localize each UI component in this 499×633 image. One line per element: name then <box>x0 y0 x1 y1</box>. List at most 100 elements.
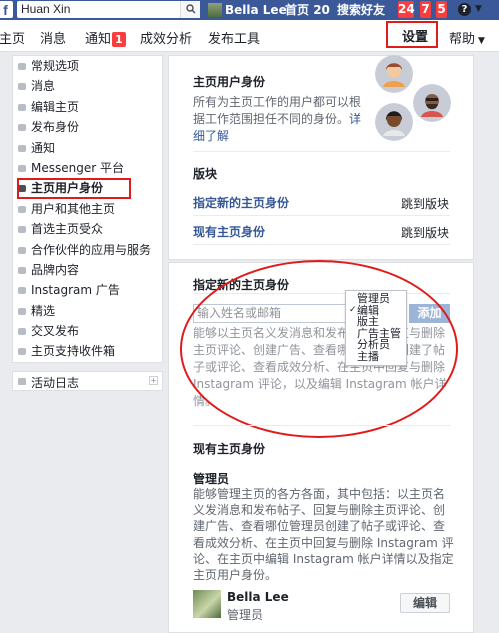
profile-name: Bella Lee <box>225 3 287 17</box>
sidebar-item-post-attribution[interactable]: 发布身份 <box>13 117 162 137</box>
user-avatar[interactable] <box>193 590 221 618</box>
tab-help-label: 帮助 <box>449 32 476 47</box>
sidebar-item-partner-apps[interactable]: 合作伙伴的应用与服务 <box>13 240 162 260</box>
help-icon[interactable]: ? <box>458 3 471 16</box>
edit-button[interactable]: 编辑 <box>400 593 450 613</box>
star-icon <box>18 307 26 315</box>
sidebar-item-messages[interactable]: 消息 <box>13 76 162 96</box>
divider <box>193 244 450 245</box>
edit-page-icon <box>18 103 26 111</box>
inbox-icon <box>18 348 26 356</box>
home-label: 首页 <box>285 3 310 17</box>
people-icon <box>18 205 26 213</box>
avatar <box>208 3 222 17</box>
description-line: 论、在主页中编辑 Instagram 帐户详情以及指定 <box>193 551 454 566</box>
page-title: 主页用户身份 <box>193 75 266 89</box>
sidebar-item-label: 用户和其他主页 <box>31 201 116 216</box>
sidebar-item-label: 消息 <box>31 79 56 94</box>
sidebar-item-crossposting[interactable]: 交叉发布 <box>13 321 162 341</box>
account-caret-icon[interactable]: ▼ <box>475 4 482 14</box>
instagram-icon <box>18 287 26 295</box>
role-user-role: 管理员 <box>227 608 264 622</box>
jump-to-section-link[interactable]: 跳到版块 <box>401 195 449 212</box>
video-icon <box>18 328 26 336</box>
message-icon <box>18 83 26 91</box>
notifications-count-badge: 1 <box>112 32 126 47</box>
sidebar-item-label: 精选 <box>31 303 56 318</box>
sidebar-item-messenger[interactable]: Messenger 平台 <box>13 158 162 178</box>
sidebar-item-label: Instagram 广告 <box>31 283 120 298</box>
flag-icon <box>18 124 26 132</box>
annotation-circle <box>180 260 458 438</box>
tab-settings[interactable]: 设置 <box>386 21 438 48</box>
sidebar-item-label: 合作伙伴的应用与服务 <box>31 242 152 257</box>
role-title-admin: 管理员 <box>193 472 230 486</box>
sidebar-item-label: 主页支持收件箱 <box>31 344 116 359</box>
gear-icon <box>18 63 26 70</box>
description-text: 据工作范围担任不同的身份。 <box>193 112 350 126</box>
sidebar-item-label: 常规选项 <box>31 59 80 73</box>
search-button[interactable] <box>180 1 200 18</box>
description-line: 义发消息和发布帖子、回复与删除主页评论、创 <box>193 503 446 518</box>
description-line: 能够管理主页的各方各面，其中包括：以主页名 <box>193 487 446 501</box>
audience-icon <box>18 226 26 234</box>
search-box[interactable]: Huan Xin <box>17 1 200 18</box>
tab-page[interactable]: 主页 <box>0 28 25 47</box>
description-line: 看成效分析、在主页中回复与删除 Instagram 评 <box>193 535 454 550</box>
globe-icon <box>18 144 26 152</box>
person-avatar-icon <box>375 103 413 141</box>
jump-to-section-link[interactable]: 跳到版块 <box>401 224 449 241</box>
sidebar-item-instagram-ads[interactable]: Instagram 广告 <box>13 280 162 300</box>
sidebar-item-label: 通知 <box>31 140 56 155</box>
activity-log[interactable]: 活动日志 + <box>12 371 163 391</box>
search-input[interactable]: Huan Xin <box>21 2 70 17</box>
existing-roles-heading: 现有主页身份 <box>193 442 266 456</box>
assign-new-role-link[interactable]: 指定新的主页身份 <box>193 194 289 211</box>
messages-badge[interactable]: 7 <box>420 1 431 18</box>
tab-help[interactable]: 帮助 ▼ <box>449 28 485 47</box>
chevron-down-icon: ▼ <box>478 36 485 46</box>
admin-role-description: 能够管理主页的各方各面，其中包括：以主页名 义发消息和发布帖子、回复与删除主页评… <box>193 486 455 583</box>
tab-messages[interactable]: 消息 <box>40 28 66 47</box>
find-friends-link[interactable]: 搜索好友 <box>337 2 385 18</box>
friend-requests-badge[interactable]: 24 <box>398 1 415 18</box>
notifications-badge[interactable]: 5 <box>436 1 447 18</box>
description-line: 据工作范围担任不同的身份。详 <box>193 111 373 128</box>
messenger-icon <box>18 164 26 172</box>
top-bar: f Huan Xin Bella Lee 首页 20 搜索好友 24 7 5 ?… <box>0 0 499 20</box>
learn-more-link-cont[interactable]: 细了解 <box>193 128 373 145</box>
home-count: 20 <box>313 3 330 17</box>
sidebar-item-people-pages[interactable]: 用户和其他主页 <box>13 199 162 219</box>
sidebar-item-label: 发布身份 <box>31 120 80 135</box>
facebook-logo[interactable]: f <box>0 1 13 18</box>
tab-publishing-tools[interactable]: 发布工具 <box>208 28 260 47</box>
description-line: 建广告、查看哪位管理员创建了帖子或评论、查 <box>193 519 446 534</box>
tab-notifications[interactable]: 通知 1 <box>85 28 126 47</box>
selected-item-highlight <box>17 178 131 199</box>
profile-link[interactable]: Bella Lee <box>208 2 287 18</box>
divider <box>193 215 450 216</box>
handshake-icon <box>18 266 26 274</box>
sidebar-item-support-inbox[interactable]: 主页支持收件箱 <box>13 341 162 361</box>
sidebar-item-label: Messenger 平台 <box>31 160 124 175</box>
list-icon <box>18 378 26 385</box>
description-line: 所有为主页工作的用户都可以根 <box>193 95 362 109</box>
home-link[interactable]: 首页 20 <box>285 2 330 18</box>
search-icon <box>186 4 196 14</box>
expand-icon[interactable]: + <box>149 376 158 385</box>
sidebar-item-general[interactable]: 常规选项 <box>13 56 162 76</box>
activity-log-label: 活动日志 <box>31 376 80 390</box>
sidebar-item-notifications[interactable]: 通知 <box>13 138 162 158</box>
existing-roles-link[interactable]: 现有主页身份 <box>193 223 265 240</box>
learn-more-link[interactable]: 详 <box>349 112 361 126</box>
sidebar-item-branded-content[interactable]: 品牌内容 <box>13 260 162 280</box>
sidebar-item-label: 编辑主页 <box>31 99 80 114</box>
tab-notifications-label: 通知 <box>85 32 112 47</box>
sidebar-item-featured[interactable]: 精选 <box>13 301 162 321</box>
tab-insights[interactable]: 成效分析 <box>140 28 192 47</box>
sidebar-item-preferred-audience[interactable]: 首选主页受众 <box>13 219 162 239</box>
role-user-name[interactable]: Bella Lee <box>227 590 289 604</box>
sidebar-item-label: 交叉发布 <box>31 324 80 339</box>
sections-heading: 版块 <box>193 167 218 181</box>
sidebar-item-edit-page[interactable]: 编辑主页 <box>13 97 162 117</box>
